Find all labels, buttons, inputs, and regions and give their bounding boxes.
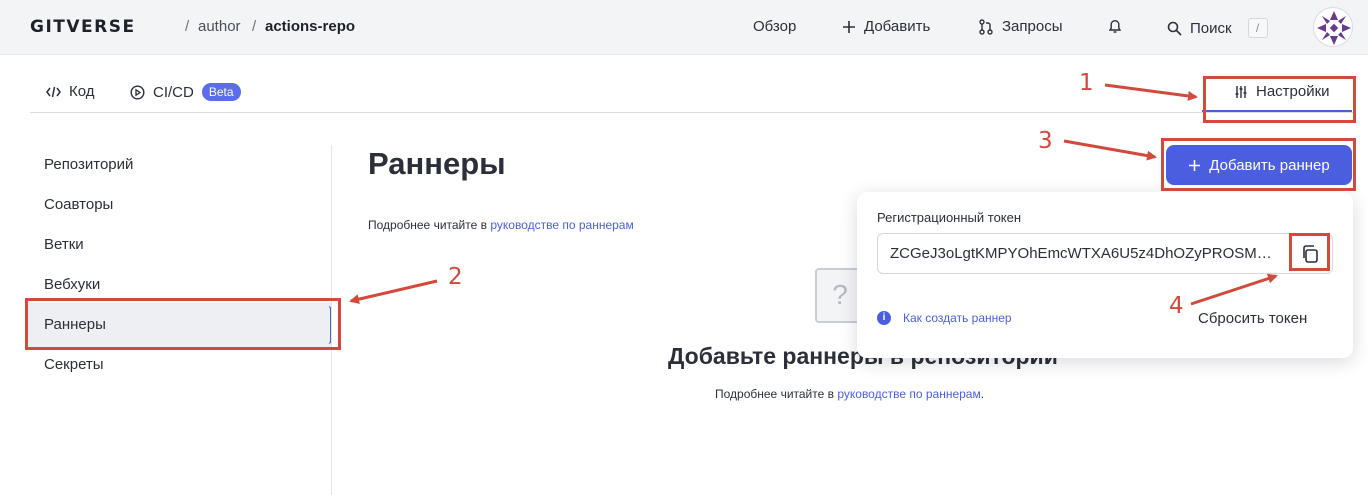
empty-state-prefix: Подробнее читайте в <box>715 387 838 401</box>
pull-request-icon <box>979 18 993 35</box>
token-field[interactable]: ZCGeJ3oLgtKMPYOhEmcWTXA6U5z4DhOZyPROSM… <box>877 233 1333 274</box>
sidebar-item-collaborators[interactable]: Соавторы <box>44 196 113 213</box>
token-value: ZCGeJ3oLgtKMPYOhEmcWTXA6U5z4DhOZyPROSM… <box>890 245 1272 262</box>
code-icon <box>46 86 61 97</box>
plus-icon <box>843 20 855 33</box>
notifications-button[interactable] <box>1108 18 1122 34</box>
annotation-number-1: 1 <box>1079 70 1094 96</box>
breadcrumb-separator: / <box>252 18 257 35</box>
annotation-box-copy <box>1289 233 1330 271</box>
sidebar-item-webhooks[interactable]: Вебхуки <box>44 276 100 293</box>
bell-icon <box>1108 20 1122 33</box>
nav-overview[interactable]: Обзор <box>753 18 796 35</box>
annotation-box-settings <box>1203 76 1356 123</box>
avatar-pattern-icon <box>1317 11 1351 45</box>
nav-search[interactable]: Поиск / <box>1167 18 1268 38</box>
page-title: Раннеры <box>368 146 506 181</box>
empty-state-guide-link[interactable]: руководстве по раннерам <box>837 387 980 401</box>
search-icon <box>1167 21 1182 36</box>
gitverse-logo[interactable]: GITVERSE <box>30 17 136 37</box>
tab-code-label: Код <box>69 83 95 100</box>
nav-search-label: Поиск <box>1190 19 1232 37</box>
annotation-box-add-runner <box>1161 138 1356 191</box>
breadcrumb-separator: / <box>185 18 190 35</box>
annotation-number-4: 4 <box>1169 293 1184 319</box>
sidebar-item-secrets[interactable]: Секреты <box>44 356 104 373</box>
annotation-number-2: 2 <box>448 264 463 290</box>
registration-token-popover: Регистрационный токен ZCGeJ3oLgtKMPYOhEm… <box>857 192 1353 358</box>
sidebar-item-branches[interactable]: Ветки <box>44 236 84 253</box>
nav-requests[interactable]: Запросы <box>978 18 1063 35</box>
how-to-create-runner-link[interactable]: Как создать раннер <box>903 311 1012 325</box>
nav-requests-label: Запросы <box>1002 18 1063 35</box>
breadcrumb-repo[interactable]: actions-repo <box>265 18 355 35</box>
arrow-2 <box>349 279 438 305</box>
token-label: Регистрационный токен <box>877 210 1022 225</box>
tab-cicd[interactable]: CI/CD Beta <box>130 83 241 101</box>
how-to-create-runner[interactable]: i Как создать раннер <box>877 311 1012 325</box>
reset-token-button[interactable]: Сбросить токен <box>1198 310 1307 327</box>
top-header: GITVERSE / author / actions-repo Обзор Д… <box>0 0 1368 55</box>
empty-state-text: Подробнее читайте в руководстве по ранне… <box>715 387 984 401</box>
read-more-prefix: Подробнее читайте в <box>368 218 491 232</box>
nav-add-label: Добавить <box>864 18 931 35</box>
repo-tabs: Код CI/CD Beta Настройки <box>30 70 1355 113</box>
nav-overview-label: Обзор <box>753 18 797 35</box>
empty-state-suffix: . <box>980 387 985 401</box>
annotation-number-3: 3 <box>1038 128 1053 154</box>
search-shortcut-key: / <box>1247 18 1268 38</box>
user-avatar[interactable] <box>1313 7 1353 47</box>
beta-badge: Beta <box>201 83 241 101</box>
runners-guide-link[interactable]: руководстве по раннерам <box>490 218 633 232</box>
nav-add[interactable]: Добавить <box>842 18 930 35</box>
read-more-text: Подробнее читайте в руководстве по ранне… <box>368 218 634 232</box>
annotation-box-runners <box>25 298 341 350</box>
play-circle-icon <box>130 84 145 100</box>
arrow-3 <box>1063 139 1157 161</box>
sidebar-item-repository[interactable]: Репозиторий <box>44 156 133 173</box>
breadcrumb-owner[interactable]: author <box>198 18 241 35</box>
tab-cicd-label: CI/CD <box>153 83 194 101</box>
tab-code[interactable]: Код <box>46 83 95 100</box>
info-icon: i <box>877 311 891 325</box>
